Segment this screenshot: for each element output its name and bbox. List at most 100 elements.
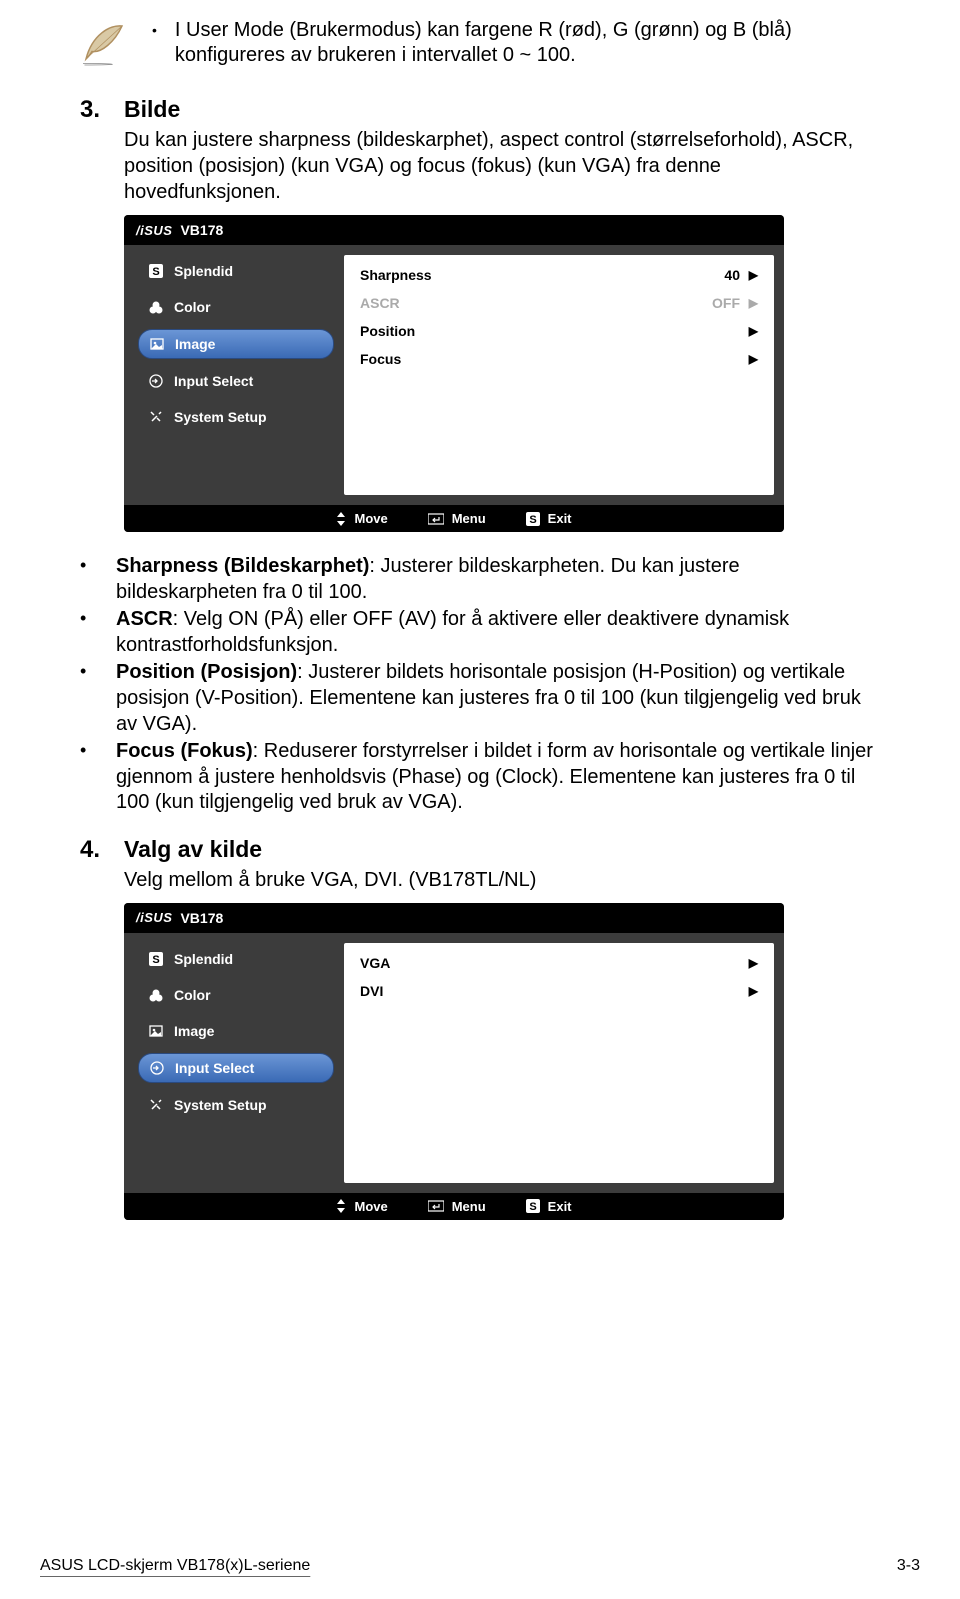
section-3-text: Du kan justere sharpness (bildeskarphet)…: [124, 127, 880, 205]
osd-item-label: Splendid: [174, 263, 233, 279]
osd-setting-dvi[interactable]: DVI ▶: [360, 977, 758, 1005]
updown-icon: [336, 1199, 346, 1213]
osd-item-label: Image: [175, 336, 215, 352]
osd-setting-label: Focus: [360, 351, 690, 367]
osd-item-system-setup[interactable]: System Setup: [138, 403, 334, 431]
osd-panel-input: /iSUS VB178 S Splendid Color: [124, 903, 784, 1220]
section-4-number: 4.: [80, 836, 106, 1232]
input-icon: [148, 373, 164, 389]
term: ASCR: [116, 608, 173, 630]
term: Sharpness (Bildeskarphet): [116, 555, 369, 577]
svg-text:S: S: [152, 954, 159, 966]
term-desc: : Velg ON (PÅ) eller OFF (AV) for å akti…: [116, 608, 789, 656]
footer-left-text: ASUS LCD-skjerm VB178(x)L-seriene: [40, 1557, 310, 1575]
palette-icon: [148, 987, 164, 1003]
section-3: 3. Bilde Du kan justere sharpness (bilde…: [80, 96, 880, 544]
osd-hint-label: Menu: [452, 511, 486, 526]
svg-text:S: S: [152, 266, 159, 278]
input-icon: [149, 1060, 165, 1076]
section-3-number: 3.: [80, 96, 106, 544]
feather-icon: [80, 20, 128, 68]
note-block: • I User Mode (Brukermodus) kan fargene …: [80, 18, 880, 68]
osd-model: VB178: [180, 222, 223, 238]
chevron-right-icon: ▶: [740, 984, 758, 998]
osd-hint-menu: Menu: [428, 1199, 486, 1214]
osd-item-color[interactable]: Color: [138, 293, 334, 321]
osd-setting-sharpness[interactable]: Sharpness 40 ▶: [360, 261, 758, 289]
osd-right-panel: Sharpness 40 ▶ ASCR OFF ▶ Position: [344, 255, 774, 495]
tools-icon: [148, 1097, 164, 1113]
osd-setting-label: DVI: [360, 983, 690, 999]
osd-setting-label: Position: [360, 323, 690, 339]
enter-icon: [428, 512, 444, 526]
s-box-icon: S: [526, 1199, 540, 1213]
osd-item-input-select[interactable]: Input Select: [138, 367, 334, 395]
osd-setting-label: ASCR: [360, 295, 690, 311]
osd-hint-menu: Menu: [428, 511, 486, 526]
osd-left-menu: S Splendid Color Image: [124, 933, 344, 1193]
osd-right-panel: VGA ▶ DVI ▶: [344, 943, 774, 1183]
osd-item-splendid[interactable]: S Splendid: [138, 945, 334, 973]
section-3-title: Bilde: [124, 96, 880, 123]
osd-item-label: Input Select: [175, 1060, 254, 1076]
s-box-icon: S: [526, 512, 540, 526]
osd-item-label: Color: [174, 987, 211, 1003]
osd-model: VB178: [180, 910, 223, 926]
term: Focus (Fokus): [116, 740, 253, 762]
osd-hint-exit: S Exit: [526, 1199, 572, 1214]
chevron-right-icon: ▶: [740, 956, 758, 970]
osd-setting-vga[interactable]: VGA ▶: [360, 949, 758, 977]
osd-setting-label: VGA: [360, 955, 690, 971]
osd-header: /iSUS VB178: [124, 215, 784, 245]
s-box-icon: S: [148, 263, 164, 279]
term: Position (Posisjon): [116, 661, 297, 683]
osd-item-splendid[interactable]: S Splendid: [138, 257, 334, 285]
osd-item-label: Color: [174, 299, 211, 315]
bullet-icon: •: [80, 554, 94, 605]
svg-text:S: S: [529, 514, 536, 526]
bullet-icon: •: [152, 22, 157, 40]
footer-page-number: 3-3: [897, 1557, 920, 1575]
osd-header: /iSUS VB178: [124, 903, 784, 933]
section-4: 4. Valg av kilde Velg mellom å bruke VGA…: [80, 836, 880, 1232]
svg-text:S: S: [529, 1201, 536, 1213]
bullet-icon: •: [80, 660, 94, 737]
osd-item-input-select[interactable]: Input Select: [138, 1053, 334, 1083]
osd-setting-focus[interactable]: Focus ▶: [360, 345, 758, 373]
osd-hint-label: Move: [354, 1199, 387, 1214]
osd-setting-position[interactable]: Position ▶: [360, 317, 758, 345]
chevron-right-icon: ▶: [740, 352, 758, 366]
image-icon: [149, 336, 165, 352]
osd-item-label: Input Select: [174, 373, 253, 389]
chevron-right-icon: ▶: [740, 324, 758, 338]
section-4-text: Velg mellom å bruke VGA, DVI. (VB178TL/N…: [124, 867, 880, 893]
image-icon: [148, 1023, 164, 1039]
asus-logo: /iSUS: [136, 223, 172, 238]
list-item: • ASCR: Velg ON (PÅ) eller OFF (AV) for …: [80, 607, 880, 658]
osd-item-color[interactable]: Color: [138, 981, 334, 1009]
tools-icon: [148, 409, 164, 425]
osd-item-image[interactable]: Image: [138, 1017, 334, 1045]
osd-setting-value: 40: [690, 267, 740, 283]
osd-item-image[interactable]: Image: [138, 329, 334, 359]
osd-hint-exit: S Exit: [526, 511, 572, 526]
s-box-icon: S: [148, 951, 164, 967]
osd-hint-label: Exit: [548, 511, 572, 526]
osd-item-label: System Setup: [174, 409, 267, 425]
osd-panel-image: /iSUS VB178 S Splendid Color: [124, 215, 784, 532]
osd-footer: Move Menu S Exit: [124, 505, 784, 532]
osd-hint-label: Move: [354, 511, 387, 526]
updown-icon: [336, 512, 346, 526]
osd-item-system-setup[interactable]: System Setup: [138, 1091, 334, 1119]
bullet-icon: •: [80, 607, 94, 658]
osd-hint-label: Menu: [452, 1199, 486, 1214]
osd-left-menu: S Splendid Color Image: [124, 245, 344, 505]
osd-hint-move: Move: [336, 1199, 387, 1214]
osd-hint-label: Exit: [548, 1199, 572, 1214]
page-footer: ASUS LCD-skjerm VB178(x)L-seriene 3-3: [40, 1551, 920, 1575]
osd-setting-ascr: ASCR OFF ▶: [360, 289, 758, 317]
osd-hint-move: Move: [336, 511, 387, 526]
list-item: • Position (Posisjon): Justerer bildets …: [80, 660, 880, 737]
description-list: • Sharpness (Bildeskarphet): Justerer bi…: [80, 554, 880, 816]
osd-item-label: Image: [174, 1023, 214, 1039]
